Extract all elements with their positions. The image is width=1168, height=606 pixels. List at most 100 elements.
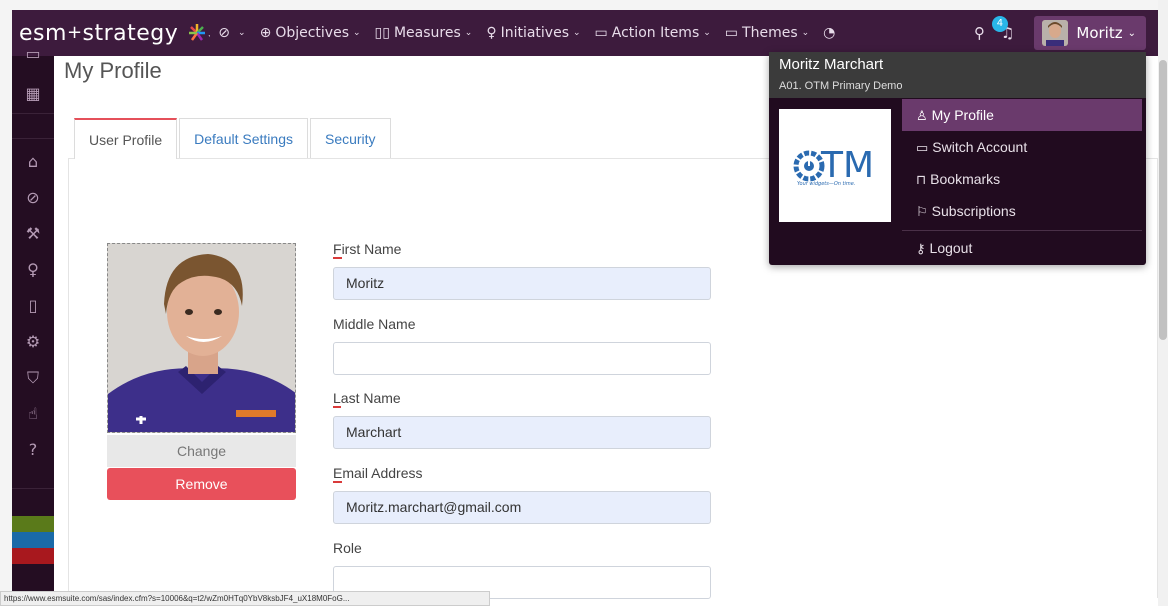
tab-security[interactable]: Security [309, 118, 391, 158]
logo-text-2: strategy [82, 20, 179, 46]
nav-action-items[interactable]: ▭ Action Items ⌄ [595, 25, 711, 41]
chevron-down-icon: ⌄ [573, 28, 581, 38]
lightbulb-icon: ♀ [486, 25, 497, 41]
nav-label: Themes [742, 25, 798, 41]
theme-swatch-red[interactable] [12, 548, 54, 564]
monitor-icon: ▭ [916, 140, 929, 155]
dropdown-user-name: Moritz Marchart [779, 56, 884, 73]
nav-objectives[interactable]: ⊕ Objectives ⌄ [260, 25, 361, 41]
menu-item-switch-account[interactable]: ▭ Switch Account [902, 131, 1142, 163]
chevron-down-icon: ⌄ [238, 28, 246, 38]
menu-item-subscriptions[interactable]: ⚐ Subscriptions [902, 195, 1142, 227]
wrench-icon[interactable]: ⚒ [12, 218, 54, 250]
svg-text:⌄: ⌄ [207, 30, 210, 39]
scrollbar-thumb[interactable] [1159, 60, 1167, 340]
notification-badge: 4 [991, 16, 1008, 32]
lightbulb-icon[interactable]: ♀ [12, 254, 54, 286]
sidebar-divider [12, 488, 54, 489]
account-logo: TM Your widgets—On time. [779, 109, 891, 222]
theme-swatch-blue[interactable] [12, 532, 54, 548]
profile-tabs: User Profile Default Settings Security [74, 118, 393, 159]
user-dropdown-menu: Moritz Marchart A01. OTM Primary Demo TM… [769, 52, 1146, 265]
required-marker: F [333, 241, 342, 259]
profile-photo [107, 243, 296, 433]
middle-name-field[interactable] [333, 342, 711, 375]
nav-label: Objectives [275, 25, 349, 41]
label-text: ast Name [340, 390, 401, 406]
sidebar-divider [12, 113, 54, 114]
first-name-field[interactable]: Moritz [333, 267, 711, 300]
help-icon[interactable]: ? [12, 434, 54, 466]
chevron-down-icon: ⌄ [464, 28, 473, 38]
bookmark-icon: ⊓ [916, 172, 927, 187]
compass-icon[interactable]: ⊘ [12, 182, 54, 214]
module-switcher-icon[interactable]: ⌄ [188, 23, 214, 43]
status-bar-url: https://www.esmsuite.com/sas/index.cfm?s… [0, 591, 490, 606]
required-marker: E [333, 465, 343, 483]
page-title: My Profile [64, 58, 162, 83]
top-navbar: esm+strategy ⌄ ⊘⌄ ⊕Objectives ⌄ ▯▯Measure… [12, 10, 1158, 56]
menu-item-bookmarks[interactable]: ⊓ Bookmarks [902, 163, 1142, 195]
required-marker: L [333, 390, 341, 408]
remove-photo-button[interactable]: Remove [107, 468, 296, 500]
nav-label: Measures [393, 25, 461, 41]
sidebar-divider [12, 138, 54, 139]
calendar-icon[interactable]: ▦ [12, 78, 54, 110]
menu-item-label: Bookmarks [930, 171, 1001, 187]
folder-icon: ▭ [724, 25, 739, 41]
label-text: irst Name [341, 241, 402, 257]
menu-item-logout[interactable]: ⚷ Logout [902, 232, 1142, 264]
app-window: esm+strategy ⌄ ⊘⌄ ⊕Objectives⌄ ▯▯Measure… [0, 0, 1168, 606]
hand-icon[interactable]: ☝ [12, 398, 54, 430]
change-photo-button[interactable]: Change [107, 435, 296, 467]
user-name-label: Moritz [1076, 24, 1123, 42]
chevron-down-icon: ⌄ [703, 28, 711, 38]
tab-default-settings[interactable]: Default Settings [179, 118, 308, 158]
sidebar-menu-icon[interactable]: ▭ [12, 46, 54, 62]
nav-label: Action Items [611, 25, 700, 41]
theme-swatch-green[interactable] [12, 516, 54, 532]
search-icon[interactable]: ⚲ [974, 24, 985, 42]
window-top-edge [0, 0, 1168, 10]
label-text: mail Address [342, 465, 423, 481]
logo-text: esm [19, 20, 67, 46]
nav-initiatives[interactable]: ♀ Initiatives ⌄ [486, 25, 580, 41]
logo-plus: + [66, 21, 83, 43]
role-label: Role [333, 540, 362, 556]
menu-item-my-profile[interactable]: ♙ My Profile [902, 99, 1142, 131]
gauge-icon: ◔ [823, 25, 836, 41]
nav-measures[interactable]: ▯▯ Measures ⌄ [375, 25, 473, 41]
user-icon: ♙ [916, 108, 928, 123]
tab-user-profile[interactable]: User Profile [74, 118, 178, 159]
nav-dashboard[interactable]: ⊘ ⌄ [218, 25, 245, 41]
sidebar: ▭ ▦ ⌂ ⊘ ⚒ ♀ ▯ ⚙ ⛉ ☝ ? [12, 46, 54, 596]
menu-item-label: Subscriptions [931, 203, 1016, 219]
last-name-label: Last Name [333, 390, 401, 408]
avatar [1042, 20, 1069, 46]
crosshair-icon: ⊕ [259, 25, 272, 41]
account-logo-text: TM [821, 145, 875, 186]
chevron-down-icon: ⌄ [1127, 27, 1136, 39]
middle-name-label: Middle Name [333, 316, 416, 332]
email-field[interactable]: Moritz.marchart@gmail.com [333, 491, 711, 524]
nav-gauge[interactable]: ◔ [823, 25, 839, 41]
home-icon[interactable]: ⌂ [12, 146, 54, 178]
key-icon: ⚷ [916, 241, 926, 256]
nav-themes[interactable]: ▭ Themes ⌄ [725, 25, 809, 41]
navbar-right: ⚲ 4 ♫ Moritz ⌄ [974, 10, 1158, 56]
window-left-edge [0, 0, 12, 606]
chevron-down-icon: ⌄ [801, 28, 810, 38]
user-menu-button[interactable]: Moritz ⌄ [1034, 16, 1146, 50]
document-icon[interactable]: ▯ [12, 290, 54, 322]
gear-icon[interactable]: ⚙ [12, 326, 54, 358]
app-logo[interactable]: esm+strategy [19, 21, 178, 46]
shield-icon[interactable]: ⛉ [12, 362, 54, 394]
account-logo-tagline: Your widgets—On time. [797, 181, 856, 187]
menu-item-label: Logout [929, 240, 973, 256]
dropdown-account-name: A01. OTM Primary Demo [779, 80, 903, 92]
chevron-down-icon: ⌄ [353, 28, 361, 38]
notifications-button[interactable]: 4 ♫ [991, 16, 1014, 42]
nav-label: Initiatives [500, 25, 569, 41]
last-name-field[interactable]: Marchart [333, 416, 711, 449]
flag-icon: ⚐ [916, 204, 928, 219]
